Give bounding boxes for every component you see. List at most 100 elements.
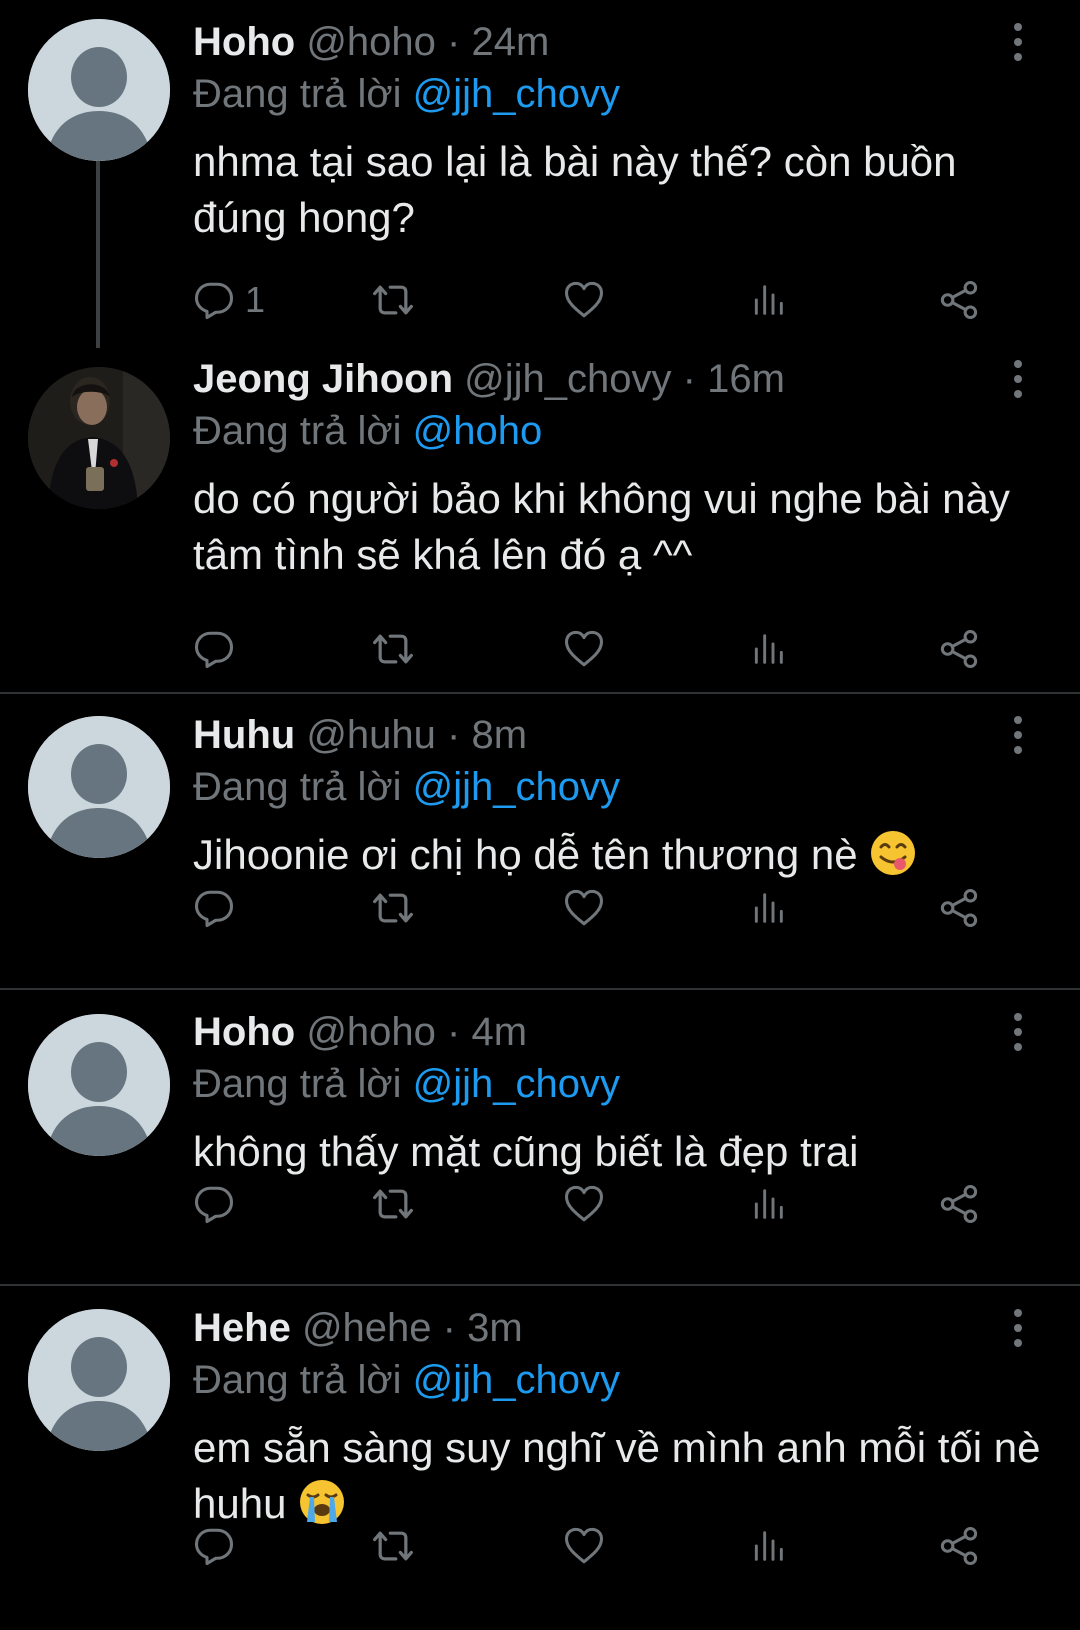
timestamp[interactable]: 8m (471, 713, 527, 757)
replying-to: Đang trả lời @jjh_chovy (193, 763, 620, 811)
like-button[interactable] (563, 276, 605, 324)
tweet-text: nhma tại sao lại là bài này thế? còn buồ… (193, 138, 957, 241)
like-button[interactable] (563, 1180, 605, 1228)
like-button[interactable] (563, 625, 605, 673)
default-avatar-icon (28, 1014, 170, 1156)
display-name[interactable]: Huhu (193, 713, 295, 757)
reply-button[interactable]: 1 (193, 276, 265, 324)
reply-button[interactable] (193, 1180, 235, 1228)
avatar[interactable] (28, 1309, 170, 1451)
retweet-icon (371, 627, 415, 671)
separator: · (447, 1010, 461, 1054)
like-button[interactable] (563, 884, 605, 932)
user-handle[interactable]: @jjh_chovy (464, 357, 671, 401)
heart-icon (563, 279, 605, 321)
display-name[interactable]: Hoho (193, 20, 295, 64)
more-vertical-icon (1006, 1012, 1030, 1052)
share-button[interactable] (938, 276, 980, 324)
analytics-icon (748, 280, 788, 320)
more-options-button[interactable] (1006, 1308, 1030, 1348)
loudly-crying-face-emoji (300, 1480, 345, 1524)
tweet-text: em sẵn sàng suy nghĩ về mình anh mỗi tối… (193, 1420, 1043, 1532)
mention-link[interactable]: @jjh_chovy (413, 72, 620, 116)
reply-button[interactable] (193, 884, 235, 932)
separator: · (442, 1306, 456, 1350)
retweet-icon (371, 278, 415, 322)
retweet-button[interactable] (371, 625, 415, 673)
avatar[interactable] (28, 367, 170, 509)
timestamp[interactable]: 24m (471, 20, 549, 64)
retweet-icon (371, 1182, 415, 1226)
share-icon (938, 1183, 980, 1225)
more-vertical-icon (1006, 715, 1030, 755)
tweet[interactable]: Hoho @hoho · 24m Đang trả lời @jjh_chovy… (0, 0, 1080, 348)
tweet-actions: 1 (193, 276, 1023, 324)
retweet-button[interactable] (371, 276, 415, 324)
more-vertical-icon (1006, 359, 1030, 399)
mention-link[interactable]: @jjh_chovy (413, 765, 620, 809)
more-options-button[interactable] (1006, 1012, 1030, 1052)
more-options-button[interactable] (1006, 22, 1030, 62)
mention-link[interactable]: @jjh_chovy (413, 1062, 620, 1106)
share-button[interactable] (938, 1180, 980, 1228)
views-button[interactable] (748, 1522, 788, 1570)
user-handle[interactable]: @hoho (306, 20, 436, 64)
timestamp[interactable]: 3m (467, 1306, 523, 1350)
share-icon (938, 628, 980, 670)
tweet[interactable]: Hoho @hoho · 4m Đang trả lời @jjh_chovy … (0, 990, 1080, 1286)
replying-to: Đang trả lời @jjh_chovy (193, 1060, 620, 1108)
heart-icon (563, 1183, 605, 1225)
avatar[interactable] (28, 716, 170, 858)
retweet-button[interactable] (371, 1522, 415, 1570)
reply-button[interactable] (193, 1522, 235, 1570)
user-handle[interactable]: @hoho (306, 1010, 436, 1054)
heart-icon (563, 1525, 605, 1567)
views-button[interactable] (748, 625, 788, 673)
share-button[interactable] (938, 884, 980, 932)
user-handle[interactable]: @huhu (306, 713, 436, 757)
tweet[interactable]: Hehe @hehe · 3m Đang trả lời @jjh_chovy … (0, 1286, 1080, 1630)
default-avatar-icon (28, 1309, 170, 1451)
share-button[interactable] (938, 1522, 980, 1570)
timestamp[interactable]: 16m (707, 357, 785, 401)
more-vertical-icon (1006, 22, 1030, 62)
reply-button[interactable] (193, 625, 235, 673)
more-vertical-icon (1006, 1308, 1030, 1348)
views-button[interactable] (748, 1180, 788, 1228)
profile-photo (28, 367, 170, 509)
avatar[interactable] (28, 19, 170, 161)
mention-link[interactable]: @jjh_chovy (413, 1358, 620, 1402)
views-button[interactable] (748, 884, 788, 932)
retweet-button[interactable] (371, 884, 415, 932)
tweet[interactable]: Jeong Jihoon @jjh_chovy · 16m Đang trả l… (0, 348, 1080, 693)
tweet[interactable]: Huhu @huhu · 8m Đang trả lời @jjh_chovy … (0, 694, 1080, 990)
timestamp[interactable]: 4m (471, 1010, 527, 1054)
retweet-icon (371, 886, 415, 930)
reply-icon (193, 887, 235, 929)
replying-to: Đang trả lời @jjh_chovy (193, 1356, 620, 1404)
like-button[interactable] (563, 1522, 605, 1570)
separator: · (447, 713, 461, 757)
share-icon (938, 279, 980, 321)
default-avatar-icon (28, 716, 170, 858)
replying-prefix: Đang trả lời (193, 72, 413, 116)
avatar[interactable] (28, 1014, 170, 1156)
tweet-actions (193, 1522, 1023, 1570)
tweet-header: Hoho @hoho · 24m (193, 18, 549, 66)
separator: · (682, 357, 696, 401)
more-options-button[interactable] (1006, 359, 1030, 399)
views-button[interactable] (748, 276, 788, 324)
analytics-icon (748, 1184, 788, 1224)
display-name[interactable]: Jeong Jihoon (193, 357, 453, 401)
mention-link[interactable]: @hoho (413, 409, 543, 453)
user-handle[interactable]: @hehe (302, 1306, 432, 1350)
more-options-button[interactable] (1006, 715, 1030, 755)
retweet-icon (371, 1524, 415, 1568)
display-name[interactable]: Hehe (193, 1306, 291, 1350)
retweet-button[interactable] (371, 1180, 415, 1228)
replying-prefix: Đang trả lời (193, 409, 413, 453)
share-button[interactable] (938, 625, 980, 673)
tweet-header: Hehe @hehe · 3m (193, 1304, 523, 1352)
display-name[interactable]: Hoho (193, 1010, 295, 1054)
tweet-text: do có người bảo khi không vui nghe bài n… (193, 475, 1010, 578)
